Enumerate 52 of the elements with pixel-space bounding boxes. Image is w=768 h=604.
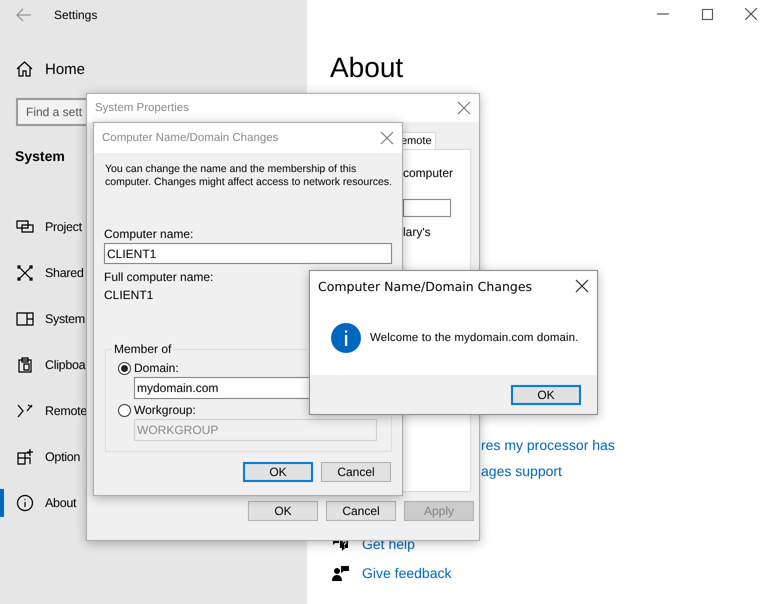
dialog-button[interactable]: Cancel [321, 462, 391, 482]
radio-label: Workgroup: [134, 403, 196, 417]
dialog-button[interactable]: Cancel [326, 501, 396, 521]
description-text: You can change the name and the membership of this computer. Changes might affect access to network resources. [105, 163, 393, 189]
computer-name-field[interactable]: CLIENT1 [104, 243, 392, 264]
dialog-title: Computer Name/Domain Changes [102, 132, 278, 144]
field-label: Computer name: [104, 227, 194, 241]
chevrons-icon [16, 402, 34, 420]
section-heading: System [15, 148, 65, 164]
info-icon [16, 494, 34, 512]
clipboard-icon [16, 356, 34, 374]
dialog-button[interactable]: OK [243, 462, 313, 482]
grid-plus-icon [16, 448, 34, 466]
dialog-title: Computer Name/Domain Changes [318, 278, 532, 294]
radio-label: Domain: [134, 361, 179, 375]
text-field[interactable] [403, 199, 451, 217]
home-link[interactable]: Home [45, 60, 86, 78]
sidebar-item[interactable]: Option [45, 450, 80, 464]
sidebar-item[interactable]: Clipboa [45, 358, 86, 372]
label: lary's [403, 225, 431, 239]
full-name-text: CLIENT1 [104, 288, 154, 302]
home-icon[interactable] [16, 61, 33, 77]
dialog-title: System Properties [95, 102, 189, 114]
label: computer [403, 166, 454, 180]
maximize-icon [702, 8, 712, 20]
help-link[interactable]: res my processor has [481, 437, 615, 453]
field-label: Full computer name: [104, 270, 214, 284]
radio-button[interactable] [118, 362, 131, 374]
help-link[interactable]: Give feedback [362, 565, 452, 581]
minimize-icon [657, 13, 669, 15]
sidebar-item[interactable]: Shared [45, 266, 84, 280]
sidebar-item[interactable]: About [45, 496, 76, 510]
close-icon [380, 131, 394, 145]
close-icon [575, 279, 589, 293]
radio-button[interactable] [118, 404, 131, 416]
ok-button[interactable]: OK [511, 384, 581, 404]
network-icon [16, 264, 34, 282]
sidebar-item[interactable]: System [45, 312, 85, 326]
close-icon [745, 8, 757, 20]
app-title: Settings [54, 8, 98, 22]
info-icon [331, 323, 361, 353]
close-icon [457, 101, 471, 115]
group-legend: Member of [112, 342, 174, 356]
window-icon [16, 310, 34, 328]
help-link[interactable]: ages support [481, 463, 562, 479]
page-heading: About [330, 52, 404, 84]
person-feedback-icon [332, 565, 349, 581]
close-button[interactable] [575, 279, 589, 293]
sidebar-item[interactable]: Remote [45, 404, 87, 418]
dialog-button[interactable]: OK [248, 501, 318, 521]
sidebar-item[interactable]: Project [45, 220, 82, 234]
message-text: Welcome to the mydomain.com domain. [370, 332, 578, 344]
